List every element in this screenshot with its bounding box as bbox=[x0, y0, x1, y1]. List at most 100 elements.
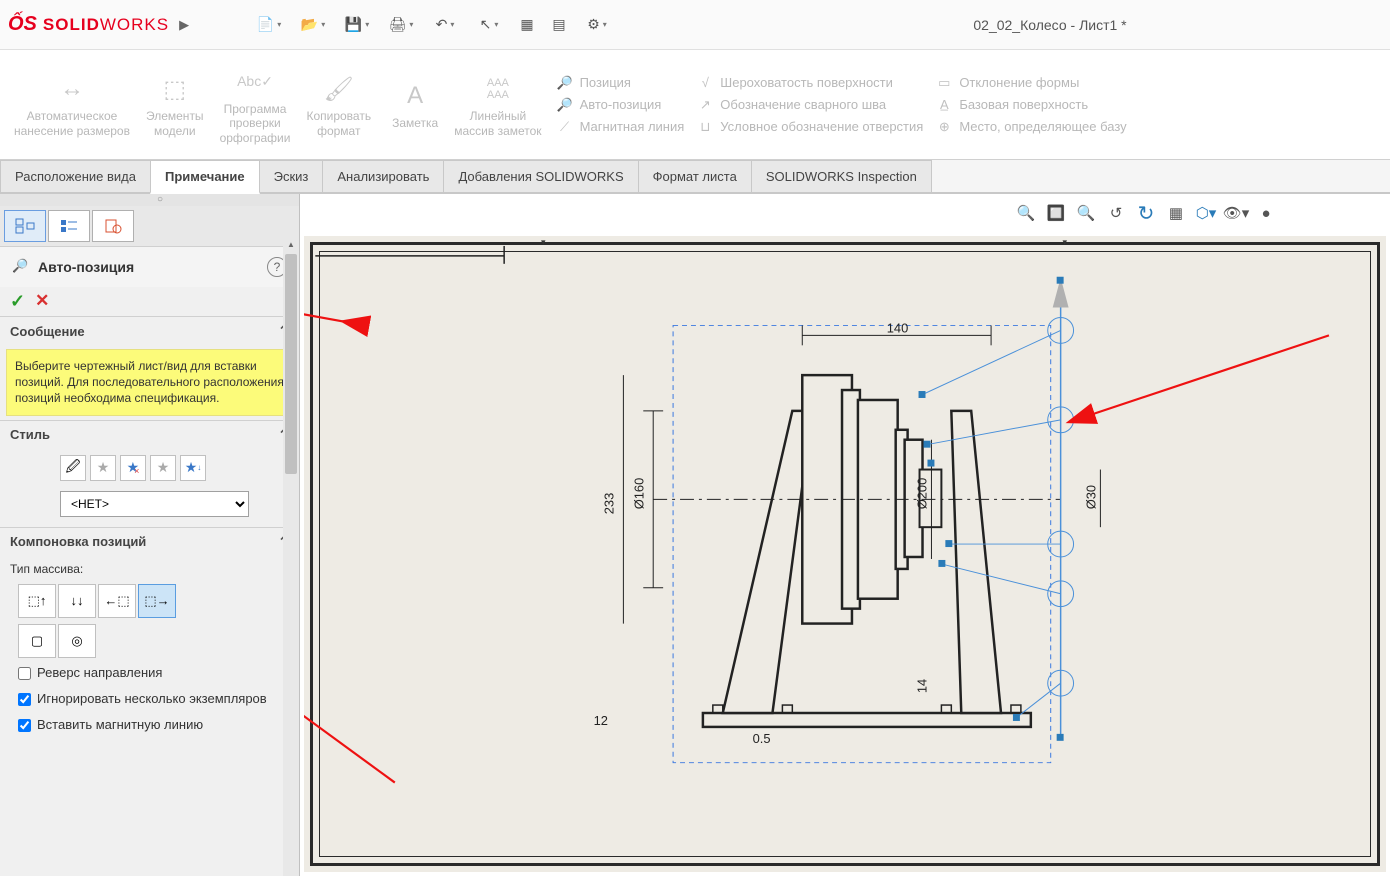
brand-works: WORKS bbox=[100, 15, 169, 35]
weld-symbol-button[interactable]: ↗Обозначение сварного шва bbox=[696, 96, 923, 114]
rotate-button[interactable]: ↺ bbox=[1102, 200, 1130, 226]
auto-dimension-button[interactable]: ↔ Автоматическое нанесение размеров bbox=[6, 50, 138, 159]
style-apply-button[interactable]: 🖉 bbox=[60, 455, 86, 481]
drawing-canvas[interactable]: 🔍 🔲 🔍 ↺ ↻ ▦ ⬡▾ 👁▾ ● ▾ ▾ bbox=[300, 194, 1390, 876]
section-style-header[interactable]: Стиль ⌃ bbox=[0, 421, 299, 449]
hole-callout-button[interactable]: ⊔Условное обозначение отверстия bbox=[696, 118, 923, 136]
pattern-type-label: Тип массива: bbox=[0, 556, 299, 582]
tab-sketch[interactable]: Эскиз bbox=[259, 160, 324, 192]
layout-right-button[interactable]: ⬚→ bbox=[138, 584, 176, 618]
refresh-button[interactable]: ↻ bbox=[1132, 200, 1160, 226]
zoom-selection-button[interactable]: 🔍 bbox=[1072, 200, 1100, 226]
pm-tab-property-manager[interactable] bbox=[48, 210, 90, 242]
tab-view-layout[interactable]: Расположение вида bbox=[0, 160, 151, 192]
datum-target-button[interactable]: ⊕Место, определяющее базу bbox=[935, 118, 1126, 136]
style-delete-button[interactable]: ★× bbox=[120, 455, 146, 481]
style-load-button[interactable]: ★↓ bbox=[180, 455, 206, 481]
ds-logo-icon: ỐS bbox=[8, 13, 37, 36]
cancel-button[interactable]: ✕ bbox=[35, 291, 49, 312]
tab-inspection[interactable]: SOLIDWORKS Inspection bbox=[751, 160, 932, 192]
dim-14: 14 bbox=[914, 679, 929, 693]
geo-tol-button[interactable]: ▭Отклонение формы bbox=[935, 74, 1126, 92]
layout-square-button[interactable]: ⬚↑ bbox=[18, 584, 56, 618]
select-button[interactable]: ↖▾ bbox=[468, 12, 510, 38]
dimension-icon: ↔ bbox=[54, 71, 90, 107]
undo-button[interactable]: ↶▾ bbox=[424, 12, 466, 38]
drawing-view[interactable]: 140 Ø160 233 Ø30 Ø200 12 0.5 14 bbox=[304, 236, 1386, 872]
insert-magnetic-checkbox[interactable] bbox=[18, 719, 31, 732]
datum-icon: A̲ bbox=[935, 96, 953, 114]
tab-sheet-format[interactable]: Формат листа bbox=[638, 160, 752, 192]
model-items-button[interactable]: ⬚ Элементы модели bbox=[138, 50, 212, 159]
message-box: Выберите чертежный лист/вид для вставки … bbox=[6, 349, 293, 416]
view-orientation-button[interactable]: ⬡▾ bbox=[1192, 200, 1220, 226]
tab-evaluate[interactable]: Анализировать bbox=[322, 160, 444, 192]
dim-30: Ø30 bbox=[1083, 485, 1098, 509]
ignore-multiple-label: Игнорировать несколько экземпляров bbox=[37, 691, 267, 707]
balloon-button[interactable]: 🔎Позиция bbox=[556, 74, 685, 92]
dim-233: 233 bbox=[601, 493, 616, 515]
zoom-area-button[interactable]: 🔲 bbox=[1042, 200, 1070, 226]
section-layout-header[interactable]: Компоновка позиций ⌃ bbox=[0, 528, 299, 556]
app-logo: ỐS SOLID WORKS ▶ bbox=[8, 13, 208, 36]
pm-tab-feature-manager[interactable] bbox=[4, 210, 46, 242]
section-message-header[interactable]: Сообщение ⌃ bbox=[0, 317, 299, 345]
magnetic-icon: ⟋ bbox=[556, 118, 574, 136]
property-manager-panel: ○ 🔎 Авто-позиция ? ✓ ✕ Сообщение ⌃ bbox=[0, 194, 300, 876]
note-button[interactable]: A Заметка bbox=[384, 50, 446, 159]
format-painter-icon: 🖌 bbox=[321, 71, 357, 107]
pm-tab-config-manager[interactable] bbox=[92, 210, 134, 242]
zoom-fit-button[interactable]: 🔍 bbox=[1012, 200, 1040, 226]
new-doc-button[interactable]: 📄▾ bbox=[248, 12, 290, 38]
pin-handle[interactable]: ○ bbox=[0, 194, 299, 206]
style-add-button[interactable]: ★ bbox=[90, 455, 116, 481]
linear-pattern-button[interactable]: AAAAAA Линейный массив заметок bbox=[446, 50, 549, 159]
scroll-thumb[interactable] bbox=[285, 254, 297, 474]
layout-convex-button[interactable]: ▢ bbox=[18, 624, 56, 658]
ignore-multiple-checkbox[interactable] bbox=[18, 693, 31, 706]
auto-balloon-button[interactable]: 🔎Авто-позиция bbox=[556, 96, 685, 114]
print-button[interactable]: 🖨▾ bbox=[380, 12, 422, 38]
display-style-button[interactable]: ▦ bbox=[1162, 200, 1190, 226]
tab-addins[interactable]: Добавления SOLIDWORKS bbox=[443, 160, 638, 192]
options2-button[interactable]: ▤ bbox=[544, 12, 574, 38]
model-items-icon: ⬚ bbox=[157, 71, 193, 107]
scroll-up-icon[interactable]: ▲ bbox=[283, 236, 299, 252]
insert-magnetic-label: Вставить магнитную линию bbox=[37, 717, 203, 733]
layout-left-button[interactable]: ←⬚ bbox=[98, 584, 136, 618]
tab-annotation[interactable]: Примечание bbox=[150, 160, 260, 194]
pm-title: Авто-позиция bbox=[38, 259, 267, 275]
spellcheck-button[interactable]: Abc✓ Программа проверки орфографии bbox=[212, 50, 299, 159]
ok-button[interactable]: ✓ bbox=[10, 291, 25, 312]
weld-icon: ↗ bbox=[696, 96, 714, 114]
expand-icon[interactable]: ▶ bbox=[179, 17, 189, 33]
open-button[interactable]: 📂▾ bbox=[292, 12, 334, 38]
auto-balloon-icon: 🔎 bbox=[556, 96, 574, 114]
save-button[interactable]: 💾▾ bbox=[336, 12, 378, 38]
panel-scrollbar[interactable]: ▲ bbox=[283, 236, 299, 876]
layout-circular-button[interactable]: ◎ bbox=[58, 624, 96, 658]
hide-show-button[interactable]: 👁▾ bbox=[1222, 200, 1250, 226]
feature-tree-icon bbox=[15, 218, 35, 234]
magnetic-line-button[interactable]: ⟋Магнитная линия bbox=[556, 118, 685, 136]
format-painter-button[interactable]: 🖌 Копировать формат bbox=[298, 50, 379, 159]
style-save-button[interactable]: ★ bbox=[150, 455, 176, 481]
pm-header: 🔎 Авто-позиция ? bbox=[0, 247, 299, 287]
abc-icon: Abc✓ bbox=[237, 64, 273, 100]
property-icon bbox=[59, 218, 79, 234]
config-icon bbox=[103, 218, 123, 234]
dim-160: Ø160 bbox=[631, 478, 646, 510]
command-tabs: Расположение вида Примечание Эскиз Анали… bbox=[0, 160, 1390, 194]
surface-finish-button[interactable]: √Шероховатость поверхности bbox=[696, 74, 923, 92]
appearance-button[interactable]: ● bbox=[1252, 200, 1280, 226]
dim-200: Ø200 bbox=[914, 478, 929, 510]
layout-down-button[interactable]: ↓↓ bbox=[58, 584, 96, 618]
reverse-direction-checkbox[interactable] bbox=[18, 667, 31, 680]
style-select[interactable]: <НЕТ> bbox=[60, 491, 249, 517]
rebuild-button[interactable]: ▦ bbox=[512, 12, 542, 38]
datum-feature-button[interactable]: A̲Базовая поверхность bbox=[935, 96, 1126, 114]
dim-140: 140 bbox=[887, 320, 909, 335]
datum-target-icon: ⊕ bbox=[935, 118, 953, 136]
balloon-icon: 🔎 bbox=[556, 74, 574, 92]
settings-button[interactable]: ⚙▾ bbox=[576, 12, 618, 38]
